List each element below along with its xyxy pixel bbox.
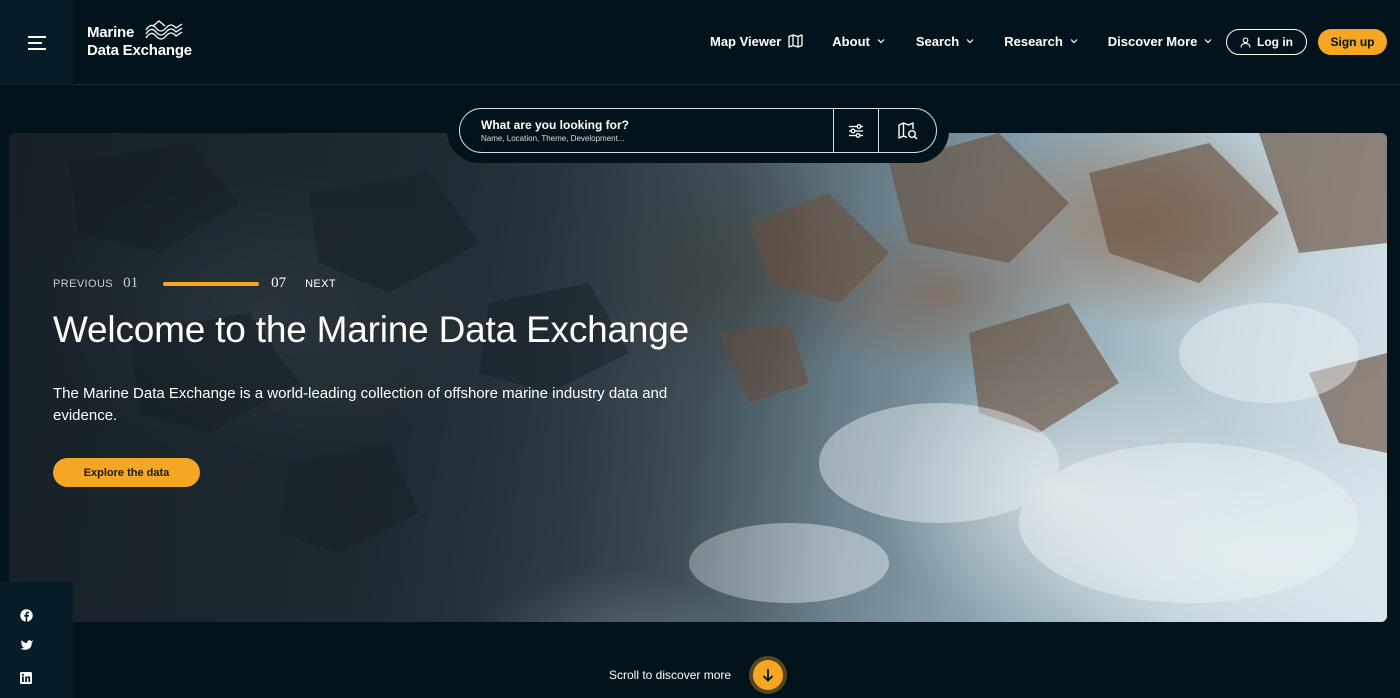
facebook-icon[interactable] xyxy=(20,609,33,622)
nav-discover-more-label: Discover More xyxy=(1107,33,1198,49)
slide-progress-fill xyxy=(163,281,260,286)
nav-about[interactable]: About xyxy=(832,34,885,49)
hero-description: The Marine Data Exchange is a world-lead… xyxy=(53,385,668,424)
nav-search[interactable]: Search xyxy=(916,34,974,49)
map-icon xyxy=(788,34,803,48)
site-logo[interactable]: Marine Data Exchange xyxy=(87,20,192,64)
login-label: Log in xyxy=(1257,35,1293,49)
signup-label: Sign up xyxy=(1330,35,1375,49)
total-slides-number: 07 xyxy=(271,275,287,291)
slide-progress-track xyxy=(163,281,260,286)
hero-banner: PREVIOUS 01 07 NEXT Welcome to the Marin… xyxy=(9,133,1387,622)
search-bar: What are you looking for? Name, Location… xyxy=(459,108,937,153)
site-header: Marine Data Exchange Map Viewer About Se… xyxy=(0,0,1400,85)
nav-research-label: Research xyxy=(1004,33,1063,49)
nav-map-viewer[interactable]: Map Viewer xyxy=(710,34,803,49)
linkedin-icon[interactable] xyxy=(20,672,32,684)
previous-slide-button[interactable]: PREVIOUS xyxy=(53,278,113,290)
search-label: What are you looking for? xyxy=(481,118,630,132)
scroll-down-button[interactable] xyxy=(749,656,788,694)
scroll-label: Scroll to discover more xyxy=(609,668,732,682)
nav-map-viewer-label: Map Viewer xyxy=(710,33,782,49)
search-input[interactable]: What are you looking for? Name, Location… xyxy=(460,109,833,152)
nav-about-label: About xyxy=(832,33,870,49)
signup-button[interactable]: Sign up xyxy=(1318,29,1387,55)
scroll-prompt: Scroll to discover more xyxy=(609,656,788,694)
nav-search-label: Search xyxy=(915,33,960,49)
map-search-icon xyxy=(897,121,918,140)
filter-button[interactable] xyxy=(833,109,878,152)
slide-controls: PREVIOUS 01 07 NEXT xyxy=(53,275,336,292)
current-slide-number: 01 xyxy=(123,275,139,291)
menu-button[interactable] xyxy=(0,0,73,85)
user-icon xyxy=(1240,36,1251,48)
hero-title: Welcome to the Marine Data Exchange xyxy=(53,309,690,350)
hero-overlay xyxy=(9,133,1387,622)
login-button[interactable]: Log in xyxy=(1226,29,1307,55)
hamburger-icon xyxy=(27,35,46,50)
search-container: What are you looking for? Name, Location… xyxy=(447,99,949,163)
main-nav: Map Viewer About Search Research Discove… xyxy=(710,30,1212,52)
arrow-down-icon xyxy=(762,669,774,682)
search-placeholder: Name, Location, Theme, Development... xyxy=(481,134,625,143)
explore-data-button[interactable]: Explore the data xyxy=(53,458,200,487)
sliders-icon xyxy=(849,123,863,138)
nav-discover-more[interactable]: Discover More xyxy=(1108,34,1213,49)
chevron-down-icon xyxy=(1204,39,1212,44)
waves-logo-icon xyxy=(145,20,183,40)
chevron-down-icon xyxy=(1070,39,1078,44)
social-links xyxy=(0,582,73,698)
explore-data-label: Explore the data xyxy=(83,466,170,479)
logo-text-line2: Data Exchange xyxy=(87,42,192,59)
nav-research[interactable]: Research xyxy=(1004,34,1078,49)
twitter-icon[interactable] xyxy=(20,640,34,652)
chevron-down-icon xyxy=(877,39,885,44)
next-slide-button[interactable]: NEXT xyxy=(305,278,336,290)
chevron-down-icon xyxy=(966,39,974,44)
scroll-down-button-core xyxy=(753,660,784,690)
map-search-button[interactable] xyxy=(878,109,936,152)
